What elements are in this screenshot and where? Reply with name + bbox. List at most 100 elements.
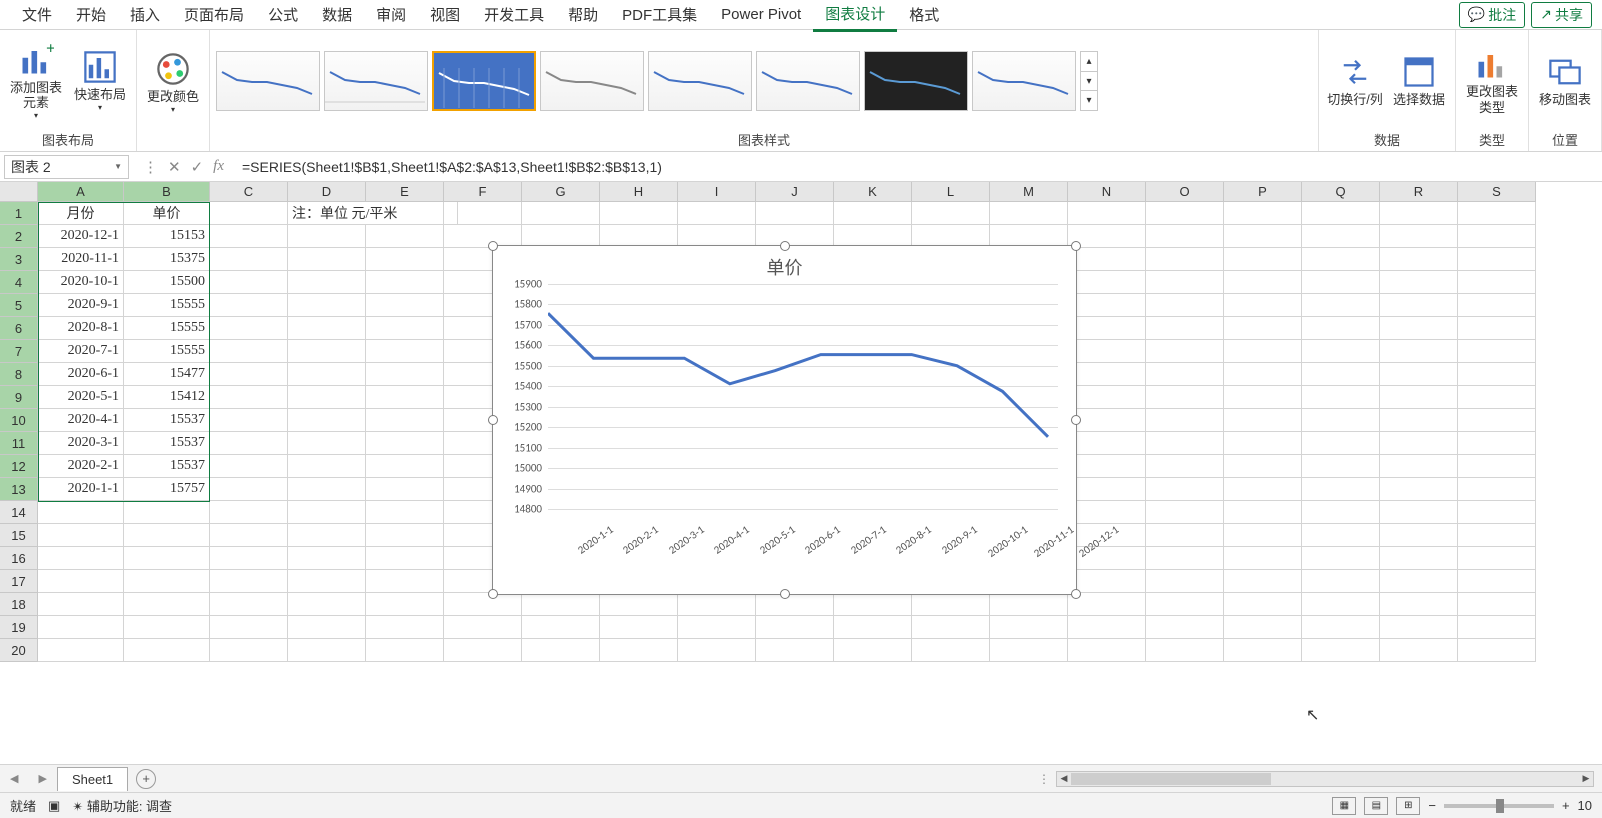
cell-R3[interactable] (1380, 248, 1458, 271)
cell-O5[interactable] (1146, 294, 1224, 317)
cell-R11[interactable] (1380, 432, 1458, 455)
col-header-J[interactable]: J (756, 182, 834, 202)
enter-icon[interactable]: ✓ (191, 158, 204, 176)
cell-B19[interactable] (124, 616, 210, 639)
name-box-dropdown-icon[interactable]: ▼ (114, 162, 122, 171)
accessibility-status[interactable]: ✴ 辅助功能: 调查 (72, 796, 172, 815)
cell-I19[interactable] (678, 616, 756, 639)
hscroll-left-arrow[interactable]: ◀ (1057, 772, 1071, 786)
cell-A2[interactable]: 2020-12-1 (38, 225, 124, 248)
cell-Q15[interactable] (1302, 524, 1380, 547)
cell-P18[interactable] (1224, 593, 1302, 616)
resize-handle-ne[interactable] (1071, 241, 1081, 251)
cell-G19[interactable] (522, 616, 600, 639)
tab-review[interactable]: 审阅 (364, 0, 418, 30)
cell-D19[interactable] (288, 616, 366, 639)
cell-C19[interactable] (210, 616, 288, 639)
cell-S2[interactable] (1458, 225, 1536, 248)
cell-A16[interactable] (38, 547, 124, 570)
cell-O13[interactable] (1146, 478, 1224, 501)
cell-E18[interactable] (366, 593, 444, 616)
cell-D3[interactable] (288, 248, 366, 271)
cell-D11[interactable] (288, 432, 366, 455)
cell-M1[interactable] (990, 202, 1068, 225)
cell-B16[interactable] (124, 547, 210, 570)
cell-J20[interactable] (756, 639, 834, 662)
cell-F19[interactable] (444, 616, 522, 639)
cell-O4[interactable] (1146, 271, 1224, 294)
cell-G20[interactable] (522, 639, 600, 662)
col-header-A[interactable]: A (38, 182, 124, 202)
cell-S17[interactable] (1458, 570, 1536, 593)
zoom-out-button[interactable]: − (1428, 798, 1436, 813)
cell-Q7[interactable] (1302, 340, 1380, 363)
embedded-chart[interactable]: 单价 1480014900150001510015200153001540015… (492, 245, 1077, 595)
cell-J19[interactable] (756, 616, 834, 639)
cell-O12[interactable] (1146, 455, 1224, 478)
tab-view[interactable]: 视图 (418, 0, 472, 30)
tab-formulas[interactable]: 公式 (256, 0, 310, 30)
cell-A6[interactable]: 2020-8-1 (38, 317, 124, 340)
cell-O16[interactable] (1146, 547, 1224, 570)
cell-Q4[interactable] (1302, 271, 1380, 294)
cell-B1[interactable]: 单价 (124, 202, 210, 225)
chart-style-7[interactable] (864, 51, 968, 111)
cell-F1[interactable] (444, 202, 522, 225)
cell-O1[interactable] (1146, 202, 1224, 225)
cell-O14[interactable] (1146, 501, 1224, 524)
select-all-corner[interactable] (0, 182, 38, 202)
resize-handle-nw[interactable] (488, 241, 498, 251)
tab-format[interactable]: 格式 (897, 0, 951, 30)
cell-C16[interactable] (210, 547, 288, 570)
cell-R13[interactable] (1380, 478, 1458, 501)
add-chart-element-button[interactable]: + 添加图表元素▾ (6, 42, 66, 121)
cell-D17[interactable] (288, 570, 366, 593)
cell-Q20[interactable] (1302, 639, 1380, 662)
name-box[interactable]: 图表 2 ▼ (4, 155, 129, 179)
cell-N3[interactable] (1068, 248, 1146, 271)
cell-R19[interactable] (1380, 616, 1458, 639)
cell-F20[interactable] (444, 639, 522, 662)
cell-B18[interactable] (124, 593, 210, 616)
row-header-7[interactable]: 7 (0, 340, 38, 363)
cell-C20[interactable] (210, 639, 288, 662)
cell-E17[interactable] (366, 570, 444, 593)
cell-D13[interactable] (288, 478, 366, 501)
cell-N7[interactable] (1068, 340, 1146, 363)
col-header-F[interactable]: F (444, 182, 522, 202)
macro-record-icon[interactable]: ▣ (48, 798, 60, 814)
resize-handle-e[interactable] (1071, 415, 1081, 425)
cell-D7[interactable] (288, 340, 366, 363)
cell-H1[interactable] (600, 202, 678, 225)
cell-L18[interactable] (912, 593, 990, 616)
row-header-17[interactable]: 17 (0, 570, 38, 593)
cell-E20[interactable] (366, 639, 444, 662)
cell-C6[interactable] (210, 317, 288, 340)
cell-E7[interactable] (366, 340, 444, 363)
cell-B8[interactable]: 15477 (124, 363, 210, 386)
cancel-icon[interactable]: ✕ (168, 158, 181, 176)
cell-C13[interactable] (210, 478, 288, 501)
zoom-slider[interactable] (1444, 804, 1554, 808)
cell-P5[interactable] (1224, 294, 1302, 317)
cell-B20[interactable] (124, 639, 210, 662)
chart-plot-area[interactable]: 1480014900150001510015200153001540015500… (548, 284, 1058, 509)
cell-B17[interactable] (124, 570, 210, 593)
cell-O15[interactable] (1146, 524, 1224, 547)
cell-A10[interactable]: 2020-4-1 (38, 409, 124, 432)
cell-O7[interactable] (1146, 340, 1224, 363)
tab-pagelayout[interactable]: 页面布局 (172, 0, 256, 30)
resize-handle-se[interactable] (1071, 589, 1081, 599)
cell-S4[interactable] (1458, 271, 1536, 294)
cell-C17[interactable] (210, 570, 288, 593)
cell-R15[interactable] (1380, 524, 1458, 547)
cell-Q12[interactable] (1302, 455, 1380, 478)
cell-C2[interactable] (210, 225, 288, 248)
cell-G18[interactable] (522, 593, 600, 616)
sheet-nav-next[interactable]: ▶ (28, 772, 56, 785)
cell-R10[interactable] (1380, 409, 1458, 432)
cell-A13[interactable]: 2020-1-1 (38, 478, 124, 501)
row-header-3[interactable]: 3 (0, 248, 38, 271)
chart-style-6[interactable] (756, 51, 860, 111)
cell-A15[interactable] (38, 524, 124, 547)
